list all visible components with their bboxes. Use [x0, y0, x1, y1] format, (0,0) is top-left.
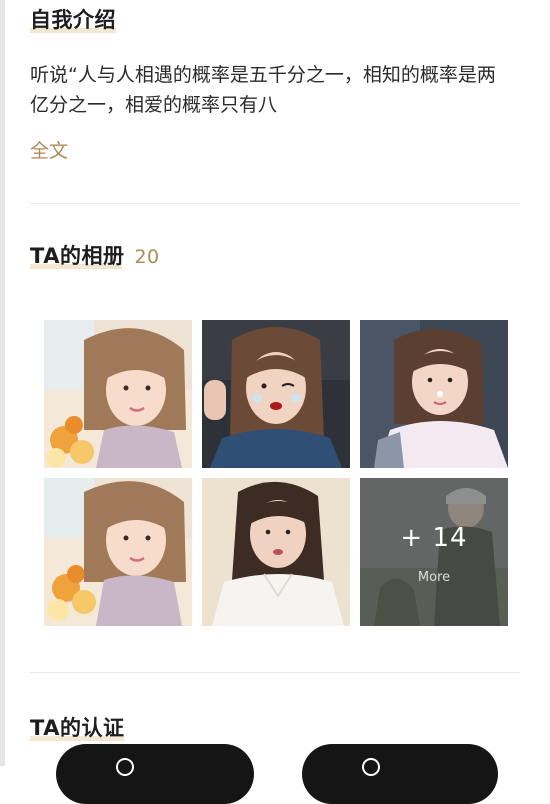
photo-image: [202, 320, 350, 468]
intro-title: 自我介绍: [30, 8, 116, 33]
more-count: + 14: [400, 523, 468, 553]
certification-button[interactable]: [302, 744, 498, 804]
certification-button[interactable]: [56, 744, 254, 804]
badge-icon: [116, 758, 134, 776]
album-title: TA的相册 20: [30, 244, 160, 269]
left-edge: [0, 0, 5, 766]
more-overlay: + 14 More: [360, 478, 508, 626]
album-photo[interactable]: [202, 320, 350, 468]
more-label: More: [417, 570, 451, 585]
badge-icon: [362, 758, 380, 776]
photo-image: [44, 320, 192, 468]
album-photo[interactable]: [44, 320, 192, 468]
album-photo[interactable]: [202, 478, 350, 626]
photo-image: [360, 320, 508, 468]
more-photos-tile[interactable]: + 14 More: [360, 478, 508, 626]
divider: [30, 672, 520, 673]
album-count: 20: [134, 246, 160, 268]
album-photo[interactable]: [44, 478, 192, 626]
photo-grid: + 14 More: [44, 320, 510, 626]
photo-image: [44, 478, 192, 626]
read-full-link[interactable]: 全文: [30, 136, 68, 163]
certification-title: TA的认证: [30, 716, 125, 741]
album-photo[interactable]: [360, 320, 508, 468]
intro-text: 听说“人与人相遇的概率是五千分之一，相知的概率是两亿分之一，相爱的概率只有八: [30, 64, 496, 116]
photo-image: [202, 478, 350, 626]
divider: [30, 203, 520, 204]
